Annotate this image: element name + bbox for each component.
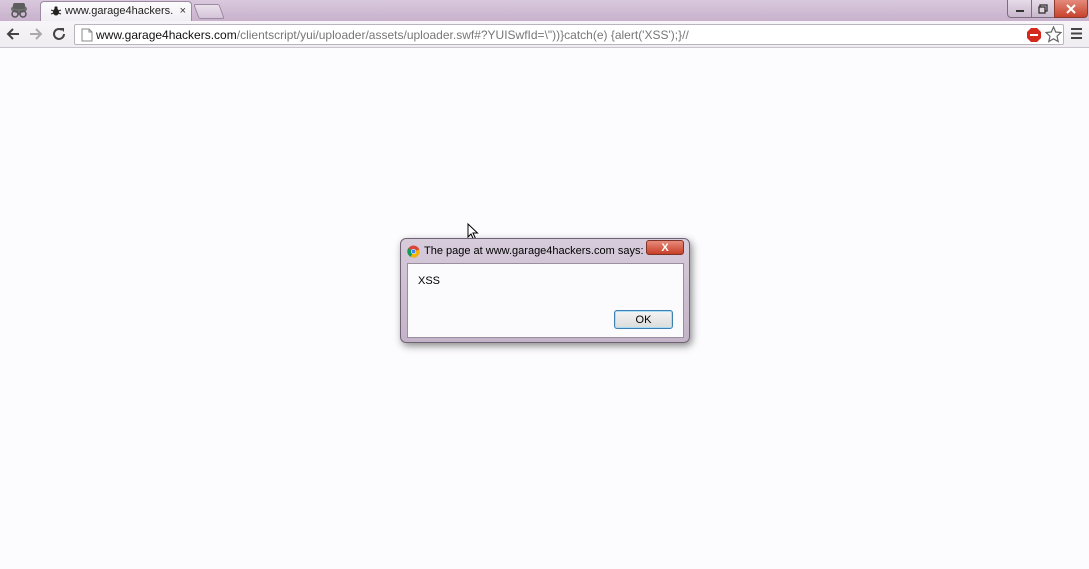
back-icon[interactable]: [5, 26, 21, 42]
forward-icon[interactable]: [28, 26, 44, 42]
dialog-close-icon: X: [661, 241, 669, 254]
close-icon: [1066, 3, 1076, 14]
window-close-button[interactable]: [1054, 0, 1088, 18]
ok-button[interactable]: OK: [614, 310, 673, 329]
reload-icon[interactable]: [51, 26, 67, 42]
minimize-button[interactable]: [1007, 0, 1032, 18]
dialog-message: XSS: [418, 275, 441, 287]
star-icon[interactable]: [1045, 26, 1062, 43]
tab-title: www.garage4hackers.com: [65, 5, 173, 17]
dialog-title: The page at www.garage4hackers.com says:: [424, 245, 644, 257]
chrome-icon: [407, 245, 420, 258]
window-titlebar: www.garage4hackers.com ×: [0, 0, 1089, 21]
restore-icon: [1038, 3, 1048, 14]
page-icon: [81, 28, 93, 42]
url-text: www.garage4hackers.com/clientscript/yui/…: [96, 27, 689, 43]
minimize-icon: [1015, 9, 1024, 12]
new-tab-button[interactable]: [193, 4, 225, 19]
tab-close-icon[interactable]: ×: [180, 2, 186, 20]
adblock-icon[interactable]: [1027, 28, 1041, 42]
browser-tab[interactable]: www.garage4hackers.com ×: [40, 1, 192, 21]
dialog-close-button[interactable]: X: [646, 240, 684, 255]
url-path: /clientscript/yui/uploader/assets/upload…: [236, 28, 689, 42]
alert-dialog: The page at www.garage4hackers.com says:…: [400, 238, 690, 343]
restore-button[interactable]: [1031, 0, 1055, 18]
address-bar[interactable]: www.garage4hackers.com/clientscript/yui/…: [74, 24, 1064, 45]
incognito-icon: [11, 3, 27, 18]
url-host: www.garage4hackers.com: [96, 28, 237, 42]
dialog-body: XSS OK: [407, 263, 684, 338]
bug-icon: [50, 6, 62, 16]
menu-icon[interactable]: [1070, 27, 1083, 40]
browser-toolbar: www.garage4hackers.com/clientscript/yui/…: [0, 21, 1089, 48]
